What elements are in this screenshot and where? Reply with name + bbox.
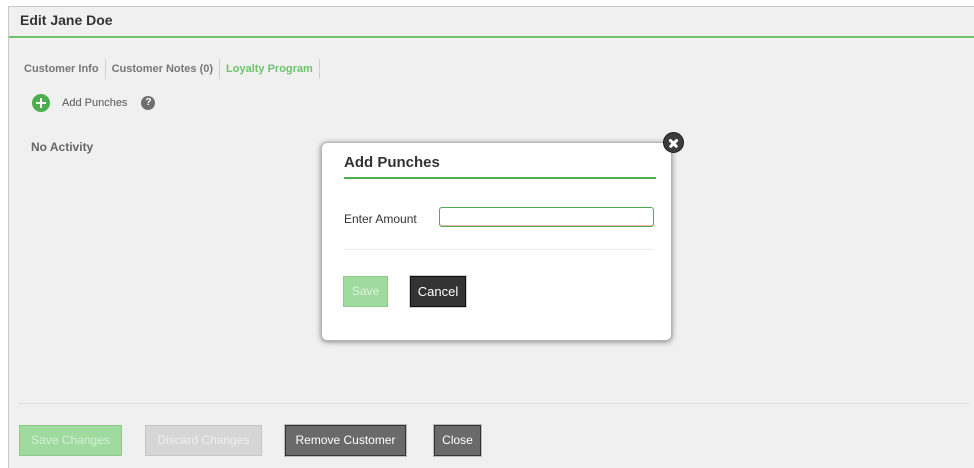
tab-customer-info[interactable]: Customer Info: [24, 59, 106, 79]
tab-bar: Customer Info Customer Notes (0) Loyalty…: [24, 59, 320, 79]
dialog-cancel-button[interactable]: Cancel: [410, 276, 466, 307]
footer-divider: [19, 403, 969, 404]
dialog-save-button[interactable]: Save: [343, 276, 388, 307]
enter-amount-label: Enter Amount: [344, 212, 417, 226]
title-bar: Edit Jane Doe: [9, 7, 974, 38]
remove-customer-button[interactable]: Remove Customer: [285, 425, 406, 456]
dialog-title: Add Punches: [344, 154, 656, 179]
add-punches-dialog: Add Punches Enter Amount Save Cancel: [321, 142, 672, 341]
dialog-divider: [344, 249, 654, 250]
discard-changes-button[interactable]: Discard Changes: [145, 425, 262, 456]
plus-circle-icon[interactable]: [32, 94, 50, 112]
close-circle-icon[interactable]: [663, 132, 684, 153]
tab-customer-notes[interactable]: Customer Notes (0): [106, 59, 221, 79]
question-circle-icon[interactable]: ?: [141, 96, 156, 110]
tab-loyalty-program[interactable]: Loyalty Program: [220, 59, 320, 79]
page-title: Edit Jane Doe: [20, 12, 113, 28]
amount-input[interactable]: [439, 207, 654, 227]
close-button[interactable]: Close: [434, 425, 481, 456]
save-changes-button[interactable]: Save Changes: [19, 425, 122, 456]
add-punches-label[interactable]: Add Punches: [62, 97, 127, 109]
add-punches-button[interactable]: Add Punches ?: [32, 94, 156, 112]
no-activity-text: No Activity: [31, 140, 94, 154]
